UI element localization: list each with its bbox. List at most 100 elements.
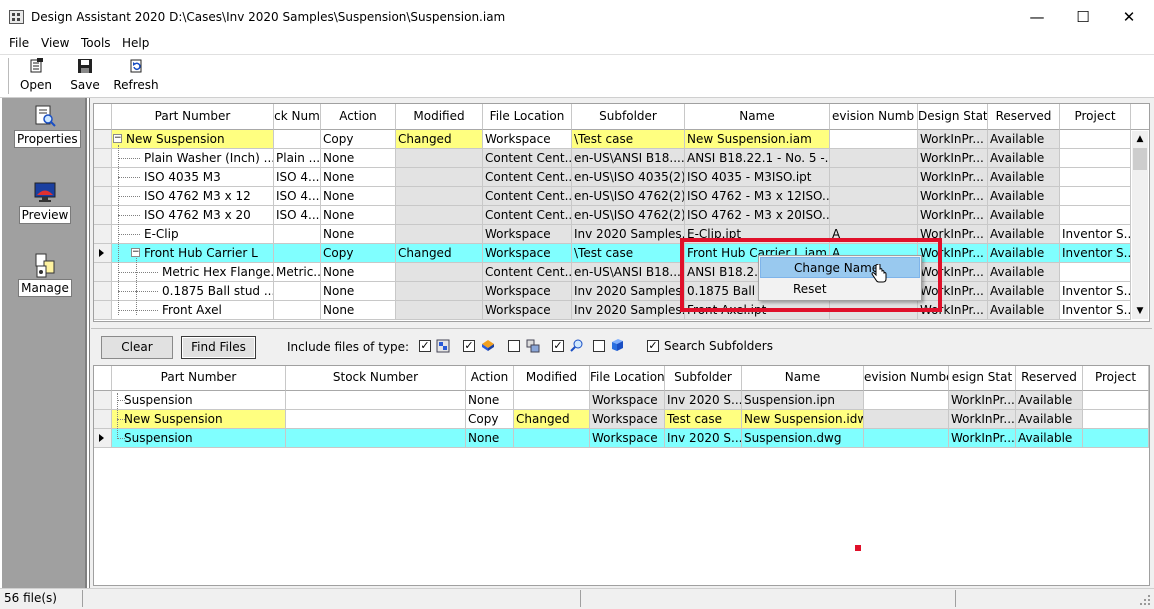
cell-state[interactable]: WorkInPr... [949, 410, 1016, 429]
properties-button[interactable]: Properties [14, 104, 81, 148]
pane-splitter[interactable] [91, 324, 1152, 329]
cell-stock[interactable] [274, 301, 321, 320]
cell-action[interactable]: None [321, 149, 396, 168]
cell-stock[interactable]: ISO 4... [274, 187, 321, 206]
cell-modified[interactable] [514, 391, 590, 410]
cell-reserved[interactable]: Available [988, 130, 1060, 149]
cell-location[interactable]: Workspace [590, 429, 665, 448]
cell-state[interactable]: WorkInPr... [918, 206, 988, 225]
cell-project[interactable] [1083, 429, 1149, 448]
cell-project[interactable]: Inventor S... [1060, 225, 1131, 244]
clear-button[interactable]: Clear [101, 336, 173, 359]
cell-action[interactable]: Copy [321, 244, 396, 263]
cell-subfolder[interactable]: Inv 2020 Samples... [572, 301, 685, 320]
cell-state[interactable]: WorkInPr... [918, 187, 988, 206]
col2-revision-number[interactable]: evision Numbe [864, 366, 949, 391]
cell-stock[interactable]: ISO 4... [274, 206, 321, 225]
cell-project[interactable] [1060, 149, 1131, 168]
col2-design-state[interactable]: esign Stat [949, 366, 1016, 391]
cell-part[interactable]: New Suspension [112, 130, 274, 149]
include-part-checkbox[interactable]: ✓ [463, 340, 475, 352]
cell-stock[interactable]: Plain ... [274, 149, 321, 168]
cell-name[interactable]: ISO 4035 - M3ISO.ipt [685, 168, 830, 187]
cell-modified[interactable] [396, 206, 483, 225]
cell-location[interactable]: Workspace [483, 225, 572, 244]
col-file-location[interactable]: File Location [483, 104, 572, 130]
cell-reserved[interactable]: Available [988, 301, 1060, 320]
cell-subfolder[interactable]: Inv 2020 S... [665, 429, 742, 448]
include-presentation-checkbox[interactable] [508, 340, 520, 352]
cell-reserved[interactable]: Available [1016, 429, 1083, 448]
cell-reserved[interactable]: Available [1016, 391, 1083, 410]
preview-button[interactable]: Preview [14, 180, 76, 224]
minimize-button[interactable]: — [1014, 2, 1060, 32]
cell-stock[interactable] [274, 244, 321, 263]
col2-file-location[interactable]: File Location [590, 366, 665, 391]
cell-stock[interactable] [274, 225, 321, 244]
row-header[interactable] [94, 187, 112, 206]
cell-modified[interactable] [396, 149, 483, 168]
row-header[interactable] [94, 282, 112, 301]
cell-location[interactable]: Workspace [483, 282, 572, 301]
cell-name[interactable]: E-Clip.ipt [685, 225, 830, 244]
cell-state[interactable]: WorkInPr... [918, 225, 988, 244]
cell-name[interactable]: ANSI B18.22.1 - No. 5 -... [685, 149, 830, 168]
cell-action[interactable]: None [321, 282, 396, 301]
cell-project[interactable]: Inventor S... [1060, 244, 1131, 263]
change-name-menu-item[interactable]: Change Name [760, 257, 920, 278]
open-button[interactable]: Open [14, 58, 58, 92]
cell-location[interactable]: Workspace [590, 410, 665, 429]
row-header[interactable] [94, 149, 112, 168]
col2-reserved[interactable]: Reserved [1016, 366, 1083, 391]
cell-location[interactable]: Content Cent... [483, 263, 572, 282]
cell-action[interactable]: None [321, 206, 396, 225]
cell-subfolder[interactable]: \Test case [572, 130, 685, 149]
cell-modified[interactable] [396, 263, 483, 282]
cell-reserved[interactable]: Available [988, 168, 1060, 187]
col-modified[interactable]: Modified [396, 104, 483, 130]
cell-rev[interactable] [830, 187, 918, 206]
row-header[interactable] [94, 391, 112, 410]
cell-project[interactable]: Inventor S... [1060, 282, 1131, 301]
col2-name[interactable]: Name [742, 366, 864, 391]
cell-action[interactable]: None [321, 301, 396, 320]
cell-name[interactable]: New Suspension.idw [742, 410, 864, 429]
col2-stock-number[interactable]: Stock Number [286, 366, 466, 391]
cell-stock[interactable]: Metric... [274, 263, 321, 282]
cell-location[interactable]: Content Cent... [483, 149, 572, 168]
col-stock-number[interactable]: ck Num [274, 104, 321, 130]
cell-part[interactable]: New Suspension [112, 410, 286, 429]
cell-location[interactable]: Content Cent... [483, 206, 572, 225]
cell-rev[interactable] [864, 429, 949, 448]
cell-subfolder[interactable]: \Test case [572, 244, 685, 263]
menu-tools[interactable]: Tools [81, 36, 111, 50]
row-header[interactable] [94, 225, 112, 244]
col2-project[interactable]: Project [1083, 366, 1149, 391]
resize-grip-icon[interactable] [1139, 594, 1151, 606]
include-assembly-checkbox[interactable]: ✓ [419, 340, 431, 352]
cell-subfolder[interactable]: en-US\ISO 4762(2) [572, 187, 685, 206]
search-subfolders-checkbox[interactable]: ✓ [647, 340, 659, 352]
cell-subfolder[interactable]: Inv 2020 Samples... [572, 225, 685, 244]
cell-reserved[interactable]: Available [988, 206, 1060, 225]
cell-action[interactable]: None [466, 429, 514, 448]
cell-location[interactable]: Workspace [483, 244, 572, 263]
menu-view[interactable]: View [41, 36, 69, 50]
cell-location[interactable]: Workspace [483, 301, 572, 320]
cell-rev[interactable] [830, 301, 918, 320]
cell-project[interactable] [1060, 206, 1131, 225]
cell-location[interactable]: Content Cent... [483, 168, 572, 187]
scroll-thumb[interactable] [1133, 148, 1147, 170]
cell-action[interactable]: Copy [321, 130, 396, 149]
refresh-button[interactable]: Refresh [112, 58, 160, 92]
row-header[interactable] [94, 410, 112, 429]
cell-project[interactable] [1060, 130, 1131, 149]
cell-subfolder[interactable]: Test case [665, 410, 742, 429]
cell-reserved[interactable]: Available [988, 244, 1060, 263]
cell-stock[interactable]: ISO 4... [274, 168, 321, 187]
cell-name[interactable]: ISO 4762 - M3 x 20ISO... [685, 206, 830, 225]
col-subfolder[interactable]: Subfolder [572, 104, 685, 130]
cell-stock[interactable] [274, 282, 321, 301]
cell-name[interactable]: ISO 4762 - M3 x 12ISO... [685, 187, 830, 206]
row-header[interactable] [94, 263, 112, 282]
